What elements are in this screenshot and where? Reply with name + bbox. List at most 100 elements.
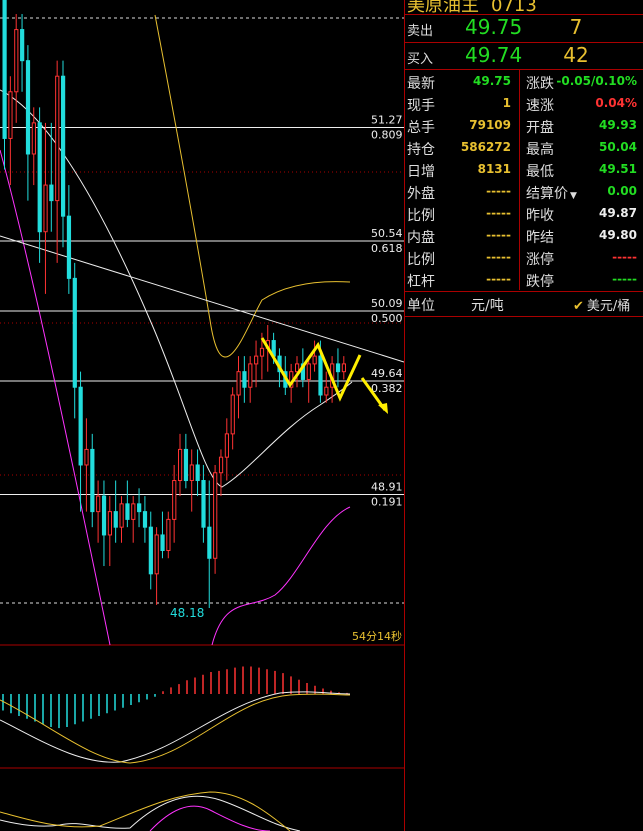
- divider: [405, 69, 643, 70]
- candle-bear: [90, 448, 95, 513]
- candle-bull: [154, 534, 159, 575]
- divider: [405, 316, 643, 317]
- candle-bull: [213, 472, 218, 559]
- candle-bear: [183, 448, 189, 482]
- ma-yellow-line: [154, 14, 351, 358]
- candle-bear: [20, 29, 25, 62]
- candle-bull: [43, 184, 48, 233]
- candle-bull: [96, 495, 101, 513]
- ask-label: 卖出: [407, 24, 434, 39]
- column-divider: [519, 70, 520, 290]
- candle-bear: [25, 60, 31, 155]
- candle-bull: [236, 371, 241, 396]
- candle-bear: [207, 526, 212, 559]
- candle-bear: [201, 480, 206, 528]
- candle-bull: [119, 503, 124, 528]
- fib-price-label: 49.64: [371, 367, 403, 380]
- ask-price: 49.75: [465, 15, 523, 39]
- candle-bull: [254, 355, 259, 365]
- candle-bear: [49, 184, 54, 202]
- bid-volume: 42: [563, 43, 589, 67]
- macd-dea-line: [0, 693, 351, 764]
- macd-dif-line: [0, 691, 351, 763]
- candle-bull: [31, 122, 36, 155]
- candle-bull: [14, 29, 19, 93]
- candle-bull: [259, 347, 265, 357]
- candle-bear: [242, 371, 247, 388]
- candle-bull: [55, 75, 60, 202]
- stat-settlement[interactable]: 结算价 ▼ 0.00: [526, 181, 637, 203]
- candle-bull: [224, 433, 230, 458]
- ma-magenta-line: [0, 149, 351, 646]
- stat-inner: 内盘 -----: [407, 228, 511, 246]
- unit-row: 单位 元/吨 ✔ 美元/桶: [405, 292, 643, 316]
- candle-bull: [8, 91, 13, 139]
- price-chart[interactable]: 51.27 0.809 50.54 0.618 50.09 0.500 49.64 0.382…: [0, 0, 404, 831]
- candle-bear: [101, 495, 107, 536]
- candle-bull: [84, 448, 89, 466]
- candle-bear: [335, 363, 341, 373]
- ask-volume: 7: [569, 15, 583, 39]
- candle-bull: [178, 448, 183, 482]
- stat-total-volume: 总手 79109: [407, 118, 511, 136]
- caret-down-icon[interactable]: ▼: [570, 191, 577, 201]
- candle-bull: [341, 363, 346, 373]
- candle-bear: [195, 464, 200, 482]
- stat-daily-increase: 日增 8131: [407, 162, 511, 180]
- unit-toggle[interactable]: ✔ 美元/桶: [573, 295, 630, 314]
- candle-bull: [131, 503, 136, 520]
- stat-limit-down: 跌停 -----: [526, 272, 637, 290]
- fib-ratio-label: 0.382: [371, 382, 403, 395]
- stat-high: 最高 50.04: [526, 140, 637, 158]
- candle-bear: [66, 215, 72, 279]
- fib-ratio-label: 0.618: [371, 242, 403, 255]
- candle-bull: [189, 464, 194, 482]
- candle-bull: [306, 363, 311, 380]
- candle-bull: [248, 363, 253, 388]
- candle-bear: [61, 75, 66, 217]
- kline-chart-svg[interactable]: 51.27 0.809 50.54 0.618 50.09 0.500 49.64 0.382…: [0, 0, 404, 831]
- kdj-d-line: [0, 791, 291, 831]
- stat-limit-up: 涨停 -----: [526, 250, 637, 268]
- candle-bull: [230, 394, 235, 435]
- kdj-j-line: [149, 805, 271, 831]
- bid-row[interactable]: 买入 49.74 42: [405, 42, 643, 70]
- candle-bull: [324, 386, 329, 396]
- candle-bear: [148, 526, 153, 575]
- candle-bear: [78, 386, 83, 466]
- stat-outer: 外盘 -----: [407, 184, 511, 202]
- countdown-label: 54分14秒: [352, 629, 402, 643]
- bid-label: 买入: [407, 52, 434, 67]
- stat-open-interest: 持仓 586272: [407, 140, 511, 158]
- candle-bear: [137, 503, 142, 513]
- fib-ratio-label: 0.500: [371, 312, 403, 325]
- stat-change: 涨跌 -0.05/0.10%: [526, 74, 637, 92]
- bid-price: 49.74: [465, 43, 523, 67]
- low-price-label: 48.18: [170, 606, 204, 620]
- candle-bear: [160, 534, 165, 551]
- quote-panel: 美原油主 0713 卖出 49.75 7 买入 49.74 42 最新 49.75 …: [404, 0, 643, 831]
- stat-prev-settle: 昨结 49.80: [526, 228, 637, 246]
- fib-ratio-label: 0.191: [371, 496, 403, 509]
- fib-price-label: 48.91: [371, 481, 403, 494]
- candle-bull: [295, 363, 300, 373]
- stat-leverage: 杠杆 -----: [407, 272, 511, 290]
- ask-row[interactable]: 卖出 49.75 7: [405, 14, 643, 42]
- candle-bear: [142, 511, 148, 528]
- candle-bear: [72, 277, 77, 388]
- fib-price-label: 50.09: [371, 297, 403, 310]
- candle-bull: [172, 480, 177, 520]
- fib-price-label: 50.54: [371, 227, 403, 240]
- candle-bull: [107, 511, 113, 536]
- candle-bull: [312, 355, 317, 365]
- candle-bear: [113, 511, 118, 528]
- stat-last-lot: 现手 1: [407, 96, 511, 114]
- check-icon: ✔: [573, 299, 584, 314]
- stat-latest: 最新 49.75: [407, 74, 511, 92]
- stat-speed: 速涨 0.04%: [526, 96, 637, 114]
- fib-price-label: 51.27: [371, 114, 403, 127]
- candle-bear: [318, 355, 323, 396]
- candle-bull: [218, 456, 224, 474]
- fib-ratio-label: 0.809: [371, 129, 403, 142]
- kdj-k-line: [0, 795, 301, 831]
